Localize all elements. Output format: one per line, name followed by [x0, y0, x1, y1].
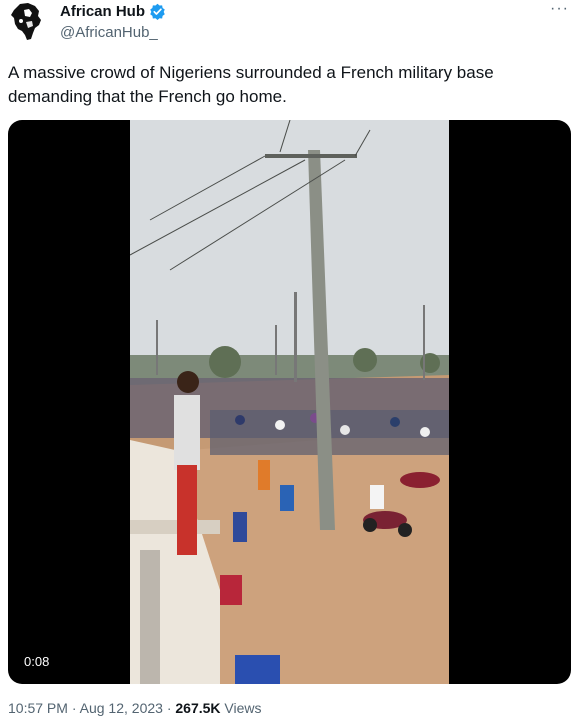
video-player[interactable]: 0:08	[8, 120, 571, 684]
tweet-date[interactable]: Aug 12, 2023	[80, 700, 163, 716]
video-frame	[130, 120, 449, 684]
meta-separator: ·	[166, 700, 172, 716]
name-row: African Hub	[60, 3, 166, 20]
tweet-header: African Hub @AfricanHub_ ···	[0, 0, 577, 50]
tweet-time[interactable]: 10:57 PM	[8, 700, 68, 716]
views-count: 267.5K	[175, 700, 221, 716]
display-name[interactable]: African Hub	[60, 3, 145, 20]
video-duration: 0:08	[22, 653, 52, 670]
avatar[interactable]	[6, 0, 48, 42]
views-label: Views	[224, 700, 262, 716]
verified-badge-icon	[150, 3, 165, 20]
meta-separator: ·	[71, 700, 77, 716]
handle[interactable]: @AfricanHub_	[60, 24, 158, 41]
tweet-meta: 10:57 PM · Aug 12, 2023 · 267.5K Views	[8, 700, 262, 716]
more-options-icon[interactable]: ···	[550, 0, 569, 18]
tweet-text: A massive crowd of Nigeriens surrounded …	[8, 63, 494, 106]
